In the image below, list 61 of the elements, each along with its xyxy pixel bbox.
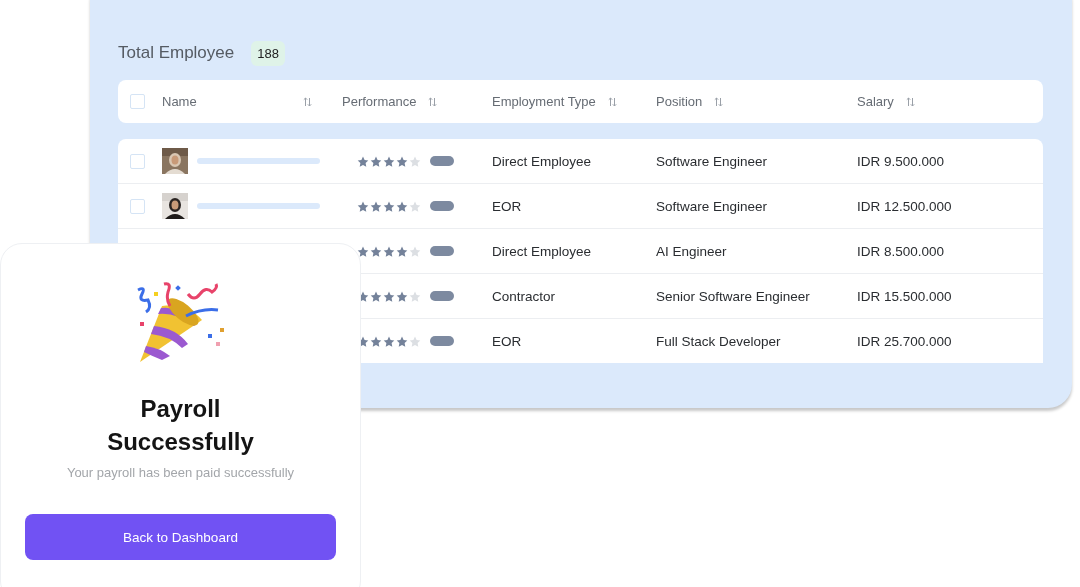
performance-pill bbox=[430, 246, 454, 256]
star-icon bbox=[409, 335, 421, 347]
star-icon bbox=[396, 335, 408, 347]
star-icon bbox=[370, 155, 382, 167]
sort-icon[interactable] bbox=[607, 96, 617, 107]
table-cell-text: Direct Employee bbox=[492, 153, 593, 169]
dialog-message: Your payroll has been paid successfully bbox=[66, 465, 295, 480]
star-icon bbox=[409, 290, 421, 302]
star-icon bbox=[396, 155, 408, 167]
table-cell-text: Software Engineer bbox=[656, 198, 769, 214]
table-cell-text: Senior Software Engineer bbox=[656, 288, 811, 304]
star-icon bbox=[370, 245, 382, 257]
count-badge: 188 bbox=[251, 40, 285, 66]
star-icon bbox=[357, 200, 369, 212]
dialog-title: Payroll Successfully bbox=[106, 394, 255, 457]
sort-icon[interactable] bbox=[714, 96, 724, 107]
back-to-dashboard-button[interactable]: Back to Dashboard bbox=[25, 514, 336, 560]
star-icon bbox=[383, 155, 395, 167]
sort-icon[interactable] bbox=[905, 96, 915, 107]
sort-icon[interactable] bbox=[302, 96, 312, 107]
star-icon bbox=[383, 335, 395, 347]
table-cell-text: EOR bbox=[492, 333, 523, 349]
performance-pill bbox=[430, 201, 454, 211]
row-checkbox[interactable] bbox=[130, 153, 145, 169]
star-icon bbox=[383, 200, 395, 212]
table-cell-text: AI Engineer bbox=[656, 243, 728, 259]
table-cell-text: Full Stack Developer bbox=[656, 333, 782, 349]
star-icon bbox=[357, 155, 369, 167]
column-header[interactable]: Name bbox=[162, 94, 197, 109]
table-cell-text: EOR bbox=[492, 198, 523, 214]
table-cell-text: Direct Employee bbox=[492, 243, 593, 259]
table-cell-text: Contractor bbox=[492, 288, 557, 304]
row-checkbox[interactable] bbox=[130, 198, 145, 214]
star-icon bbox=[370, 335, 382, 347]
star-icon bbox=[409, 200, 421, 212]
star-icon bbox=[396, 290, 408, 302]
column-header[interactable]: Position bbox=[656, 94, 703, 109]
column-header[interactable]: Employment Type bbox=[492, 94, 596, 109]
select-all-checkbox[interactable] bbox=[130, 94, 145, 109]
star-icon bbox=[409, 155, 421, 167]
star-icon bbox=[396, 245, 408, 257]
panel-title: Total Employee bbox=[118, 43, 235, 63]
star-icon bbox=[357, 245, 369, 257]
table-cell-text: IDR 8.500.000 bbox=[857, 243, 946, 259]
star-icon bbox=[396, 200, 408, 212]
star-icon bbox=[370, 290, 382, 302]
performance-pill bbox=[430, 291, 454, 301]
table-cell-text: IDR 25.700.000 bbox=[857, 333, 953, 349]
sort-icon[interactable] bbox=[428, 96, 438, 107]
table-cell-text: Software Engineer bbox=[656, 153, 769, 169]
star-icon bbox=[370, 200, 382, 212]
star-icon bbox=[383, 245, 395, 257]
table-cell-text: IDR 12.500.000 bbox=[857, 198, 953, 214]
performance-pill bbox=[430, 336, 454, 346]
performance-pill bbox=[430, 156, 454, 166]
column-header[interactable]: Performance bbox=[342, 94, 417, 109]
table-cell-text: IDR 9.500.000 bbox=[857, 153, 946, 169]
table-cell-text: IDR 15.500.000 bbox=[857, 288, 953, 304]
column-header[interactable]: Salary bbox=[857, 94, 894, 109]
star-icon bbox=[383, 290, 395, 302]
star-icon bbox=[409, 245, 421, 257]
